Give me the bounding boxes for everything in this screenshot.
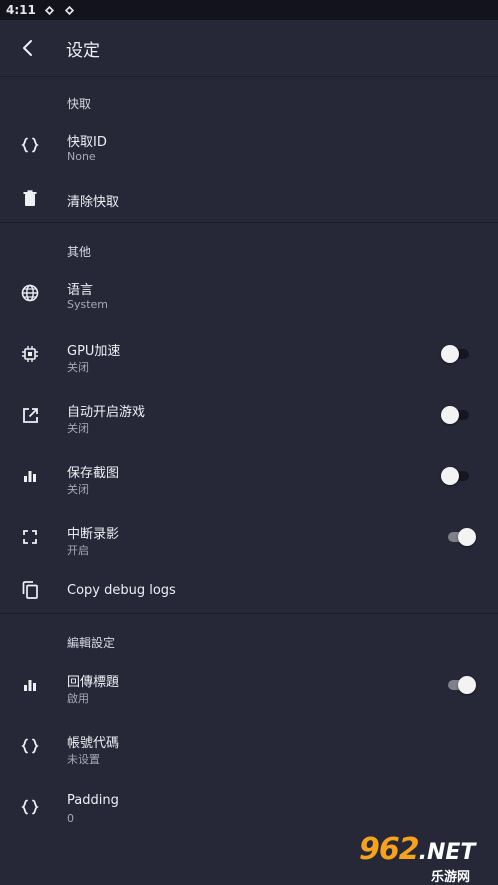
setting-label: 快取ID <box>67 135 107 150</box>
setting-value: None <box>67 150 96 163</box>
gpu-acceleration-toggle[interactable] <box>441 344 471 364</box>
setting-account-code[interactable]: 帳號代碼 未设置 <box>0 716 498 777</box>
toggle-thumb <box>458 676 476 694</box>
code-braces-icon <box>20 135 40 155</box>
setting-label: 保存截图 <box>67 466 120 481</box>
setting-auto-start-game[interactable]: 自动开启游戏 关闭 <box>0 385 498 446</box>
code-braces-icon <box>20 736 40 756</box>
setting-return-title[interactable]: 回傳標題 啟用 <box>0 655 498 716</box>
setting-clear-cache[interactable]: 清除快取 <box>0 176 498 221</box>
section-header-edit: 編輯設定 <box>67 636 116 650</box>
toggle-thumb <box>441 406 459 424</box>
setting-label: Copy debug logs <box>67 583 176 598</box>
setting-value: 关闭 <box>67 422 89 435</box>
setting-value: System <box>67 298 109 311</box>
setting-label: 语言 <box>67 283 94 298</box>
auto-start-game-toggle[interactable] <box>441 405 471 425</box>
section-header-cache: 快取 <box>67 97 92 111</box>
open-external-icon <box>20 405 40 425</box>
status-time: 4:11 <box>6 3 36 17</box>
notification-icon-2 <box>64 4 76 16</box>
toggle-thumb <box>441 345 459 363</box>
setting-value: 关闭 <box>67 483 89 496</box>
trash-icon <box>20 188 40 208</box>
toggle-thumb <box>441 467 459 485</box>
setting-save-screenshot[interactable]: 保存截图 关闭 <box>0 446 498 507</box>
setting-interrupt-recording[interactable]: 中断录影 开启 <box>0 507 498 568</box>
watermark-logo: 962.NET <box>359 832 475 867</box>
setting-padding[interactable]: Padding 0 <box>0 777 498 838</box>
bar-chart-icon <box>20 675 40 695</box>
section-divider <box>0 222 498 223</box>
bar-chart-icon <box>20 466 40 486</box>
page-title: 设定 <box>66 40 100 61</box>
chip-icon <box>20 344 40 364</box>
watermark-suffix: .NET <box>418 840 476 865</box>
setting-cache-id[interactable]: 快取ID None <box>0 115 498 176</box>
return-title-toggle[interactable] <box>446 675 476 695</box>
setting-value: 0 <box>67 812 74 825</box>
site-watermark: 962.NET 乐游网 <box>359 832 498 885</box>
section-header-other: 其他 <box>67 245 92 259</box>
status-bar: 4:11 <box>0 0 498 20</box>
save-screenshot-toggle[interactable] <box>441 466 471 486</box>
setting-label: 中断录影 <box>67 527 120 542</box>
setting-language[interactable]: 语言 System <box>0 263 498 324</box>
setting-value: 关闭 <box>67 361 89 374</box>
setting-label: 自动开启游戏 <box>67 405 146 420</box>
code-braces-icon <box>20 797 40 817</box>
toggle-thumb <box>458 528 476 546</box>
setting-label: 清除快取 <box>67 195 120 210</box>
watermark-site-name: 乐游网 <box>431 870 471 885</box>
setting-value: 啟用 <box>67 692 89 705</box>
setting-label: 帳號代碼 <box>67 736 120 751</box>
setting-value: 未设置 <box>67 753 100 766</box>
setting-label: Padding <box>67 793 119 808</box>
copy-icon <box>20 580 40 600</box>
interrupt-recording-toggle[interactable] <box>446 527 476 547</box>
notification-icon <box>44 4 56 16</box>
back-button[interactable] <box>16 37 38 59</box>
fullscreen-icon <box>20 527 40 547</box>
setting-copy-debug-logs[interactable]: Copy debug logs <box>0 568 498 612</box>
setting-value: 开启 <box>67 544 89 557</box>
setting-label: GPU加速 <box>67 344 121 359</box>
toolbar: 设定 <box>0 20 498 76</box>
globe-icon <box>20 283 40 303</box>
watermark-number: 962 <box>359 832 420 867</box>
setting-gpu-acceleration[interactable]: GPU加速 关闭 <box>0 324 498 385</box>
section-divider <box>0 76 498 77</box>
setting-label: 回傳標題 <box>67 675 120 690</box>
section-divider <box>0 613 498 614</box>
arrow-left-icon <box>23 40 32 56</box>
